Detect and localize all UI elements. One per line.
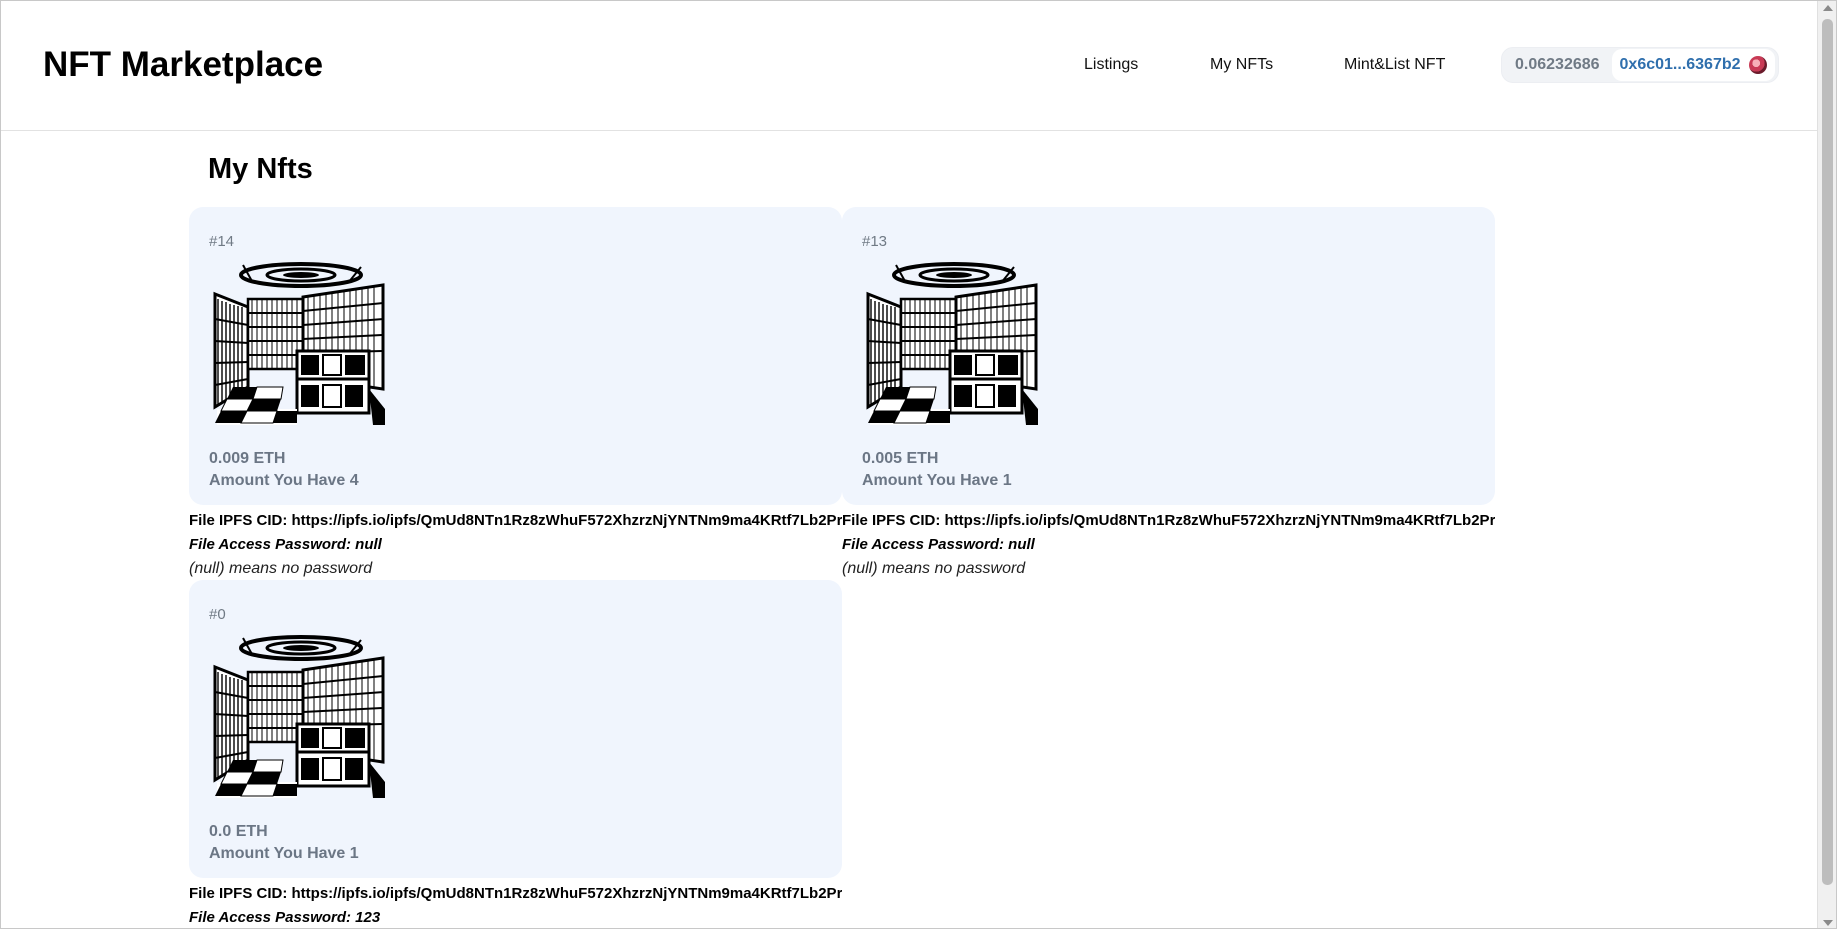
nft-card[interactable]: #13 0.005 ETH Amount You Have 1	[842, 207, 1495, 505]
nft-ipfs-cid: File IPFS CID: https://ipfs.io/ipfs/QmUd…	[189, 885, 842, 902]
nft-amount: Amount You Have 1	[862, 472, 1012, 489]
wallet-address: 0x6c01...6367b2	[1619, 56, 1741, 73]
nft-ipfs-cid: File IPFS CID: https://ipfs.io/ipfs/QmUd…	[842, 512, 1495, 529]
nft-access-password: File Access Password: null	[189, 536, 382, 553]
nft-image	[213, 259, 385, 425]
nft-access-password: File Access Password: 123	[189, 909, 381, 926]
nft-password-note: (null) means no password	[842, 560, 1026, 577]
nft-token-id: #14	[209, 233, 235, 250]
nft-card[interactable]: #14 0.009 ETH Amount You Have 4	[189, 207, 842, 505]
wallet-balance: 0.06232686	[1515, 56, 1600, 73]
nft-ipfs-cid: File IPFS CID: https://ipfs.io/ipfs/QmUd…	[189, 512, 842, 529]
nft-access-password: File Access Password: null	[842, 536, 1035, 553]
nft-item: #0 0.0 ETH Amount You Have 1 File IPFS C…	[189, 580, 842, 928]
nav-listings-link[interactable]: Listings	[1084, 56, 1138, 74]
nft-item: #13 0.005 ETH Amount You Have 1 File IPF…	[842, 207, 1495, 579]
nft-item: #14 0.009 ETH Amount You Have 4 File IPF…	[189, 207, 842, 579]
nft-image	[213, 632, 385, 798]
page-title: My Nfts	[208, 153, 313, 185]
scroll-up-arrow-icon[interactable]	[1823, 5, 1833, 11]
nft-amount: Amount You Have 1	[209, 845, 359, 862]
account-avatar-icon	[1748, 56, 1767, 74]
wallet-account-pill[interactable]: 0.06232686 0x6c01...6367b2	[1501, 47, 1779, 83]
scroll-down-arrow-icon[interactable]	[1823, 920, 1833, 926]
nav-my-nfts-link[interactable]: My NFTs	[1210, 56, 1273, 74]
nft-password-note: (null) means no password	[189, 560, 373, 577]
nft-card[interactable]: #0 0.0 ETH Amount You Have 1	[189, 580, 842, 878]
nft-price: 0.009 ETH	[209, 450, 286, 467]
brand-title[interactable]: NFT Marketplace	[43, 45, 323, 85]
nft-price: 0.0 ETH	[209, 823, 268, 840]
vertical-scrollbar[interactable]	[1817, 1, 1836, 928]
nft-token-id: #0	[209, 606, 226, 623]
browser-window: NFT Marketplace Listings My NFTs Mint&Li…	[0, 0, 1837, 929]
nft-token-id: #13	[862, 233, 888, 250]
nft-image	[866, 259, 1038, 425]
scrollbar-thumb[interactable]	[1822, 19, 1833, 885]
top-navbar: NFT Marketplace Listings My NFTs Mint&Li…	[1, 1, 1817, 131]
nft-amount: Amount You Have 4	[209, 472, 359, 489]
wallet-address-button[interactable]: 0x6c01...6367b2	[1611, 49, 1775, 81]
nav-mint-list-link[interactable]: Mint&List NFT	[1344, 56, 1445, 74]
nft-price: 0.005 ETH	[862, 450, 939, 467]
